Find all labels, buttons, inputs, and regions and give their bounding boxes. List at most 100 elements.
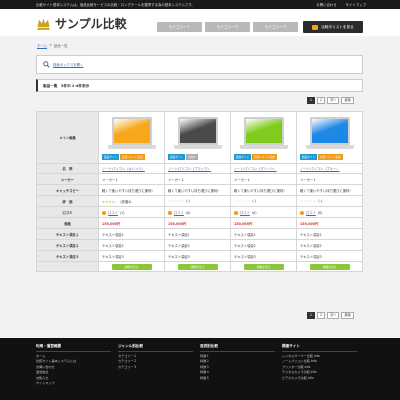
cell-image-4: 製品サイト 比較リストに追加 [296,111,363,164]
row-label-image: メイン画像 [36,111,99,164]
cell-text3-4: テキスト項目3 [296,250,363,262]
breadcrumb-home[interactable]: ホーム [37,43,47,48]
cell-catch-4: 軽くて使いやすい持ち運びに便利! [296,184,363,196]
page-last[interactable]: 最後 [341,312,354,319]
compare-add-button[interactable]: 比較リストに追加 [317,154,343,160]
badge-group: 製品サイト 比較リストに追加 [234,154,293,160]
product-name-link[interactable]: ノートパソコン（グリーン） [234,167,277,171]
badge-group: 製品サイト 比較リストに追加 [300,154,359,160]
footer-link[interactable]: ビデオカメラ比較.info [282,376,357,381]
category-2-button[interactable]: カテゴリー２ [205,22,250,32]
detail-button[interactable]: 詳細を見る [111,263,152,270]
sitemap-link[interactable]: サイトマップ [346,2,366,7]
search-box[interactable]: 検索ボックスを開く [36,55,363,74]
search-open-link[interactable]: 検索ボックスを開く [53,62,83,67]
cell-text2-4: テキスト項目2 [296,239,363,251]
price-value: 150,000円 [234,221,253,226]
star-rating: ★★★★☆ [102,200,118,204]
review-link[interactable]: 口コミ [306,211,316,215]
cell-maker-4: メーカー１ [296,173,363,185]
compare-list-button[interactable]: 比較中リストを見る [303,21,363,33]
review-count: (0) [251,210,257,215]
comparison-table: メイン画像 製品サイト 比較リストに追加 製品サイト 比較中 製品サイト 比較リストに追加製… [36,111,363,272]
cell-text: テキスト項目3 [300,254,322,259]
cell-text: テキスト項目2 [168,243,190,248]
product-image[interactable] [239,117,288,151]
category-1-button[interactable]: カテゴリー１ [157,22,202,32]
product-name-link[interactable]: ノートパソコン（ブルー） [300,167,340,171]
review-link[interactable]: 口コミ [240,211,250,215]
row-review: 口コミ 口コミ (1) 口コミ (0) 口コミ (0) 口コミ (0) [36,206,363,218]
footer-link[interactable]: サイトマップ [36,381,111,386]
review-link[interactable]: 口コミ [174,211,184,215]
compare-add-button[interactable]: 比較中 [185,154,198,160]
cell-text: 軽くて使いやすい持ち運びに便利! [234,188,285,193]
cell-image-1: 製品サイト 比較リストに追加 [98,111,165,164]
product-site-button[interactable]: 製品サイト [102,154,119,160]
row-label-price: 価格 [36,217,99,229]
cell-text1-4: テキスト項目1 [296,228,363,240]
category-3-button[interactable]: カテゴリー３ [253,22,298,32]
cell-text: メーカー１ [168,177,185,182]
contact-link[interactable]: お問い合わせ [316,2,336,7]
footer-heading: 利用・運営概要 [36,344,111,352]
cell-rating-1: ★★★★☆ (評価4) [98,195,165,207]
laptop-base [173,145,222,149]
star-rating: ☆☆☆☆☆ [168,199,184,203]
page-next[interactable]: 次へ [327,97,340,104]
detail-button[interactable]: 詳細を見る [243,263,284,270]
detail-button[interactable]: 詳細を見る [309,263,350,270]
page-next[interactable]: 次へ [327,312,340,319]
cell-review-1: 口コミ (1) [98,206,165,218]
row-label-text2: テキスト項目２ [36,239,99,251]
page-1[interactable]: 1 [307,97,316,104]
list-icon [312,24,319,30]
product-site-button[interactable]: 製品サイト [168,154,185,160]
cell-detail-2: 詳細を見る [164,261,231,272]
star-rating: ☆☆☆☆☆ [300,199,316,203]
footer-link[interactable]: 特徴５ [200,376,275,381]
product-image[interactable] [173,117,222,151]
review-link[interactable]: 口コミ [108,211,118,215]
cell-text: 軽くて使いやすい持ち運びに便利! [168,188,219,193]
cell-text2-3: テキスト項目2 [230,239,297,251]
product-image[interactable] [107,117,156,151]
cell-price-2: 150,000円 [164,217,231,229]
product-site-button[interactable]: 製品サイト [300,154,317,160]
cell-maker-2: メーカー１ [164,173,231,185]
footer-col-related: 関連サイト レンタルサーバー比較.info ノートパソコン比較.info プリンター比… [282,344,357,381]
cell-name-4: ノートパソコン（ブルー） [296,163,363,174]
row-price: 価格 150,000円 150,000円 150,000円 150,000円 [36,217,363,229]
page-2[interactable]: 2 [317,97,326,104]
cell-text: テキスト項目1 [234,232,256,237]
cell-maker-1: メーカー１ [98,173,165,185]
footer-col-genre: ジャンル別比較 カテゴリー１ カテゴリー２ カテゴリー３ [118,344,193,370]
cell-rating-3: ☆☆☆☆☆ (-) [230,195,297,207]
cell-text: テキスト項目1 [300,232,322,237]
cell-price-3: 150,000円 [230,217,297,229]
page-1[interactable]: 1 [307,312,316,319]
product-name-link[interactable]: ノートパソコン（オレンジ） [102,167,145,171]
detail-button[interactable]: 詳細を見る [177,263,218,270]
compare-add-button[interactable]: 比較リストに追加 [251,154,277,160]
site-logo[interactable]: サンプル比較 [36,14,127,32]
row-label-catch: キャッチコピー [36,184,99,196]
page-last[interactable]: 最後 [341,97,354,104]
comment-icon [234,210,238,215]
cell-price-1: 150,000円 [98,217,165,229]
product-site-button[interactable]: 製品サイト [234,154,251,160]
product-name-link[interactable]: ノートパソコン（ブラック） [168,167,211,171]
comment-icon [300,210,304,215]
product-image[interactable] [305,117,354,151]
compare-add-button[interactable]: 比較リストに追加 [119,154,145,160]
site-description: 比較サイト基本システムは、製品比較サービスの比較・ロングテールを獲得する為の基本… [36,3,195,7]
laptop-screen [243,117,284,145]
cell-image-2: 製品サイト 比較中 [164,111,231,164]
cell-name-2: ノートパソコン（ブラック） [164,163,231,174]
cell-review-2: 口コミ (0) [164,206,231,218]
badge-group: 製品サイト 比較リストに追加 [102,154,161,160]
cell-rating-2: ☆☆☆☆☆ (-) [164,195,231,207]
footer-link[interactable]: カテゴリー３ [118,365,193,370]
page-2[interactable]: 2 [317,312,326,319]
star-icon: ☆ [181,199,185,203]
